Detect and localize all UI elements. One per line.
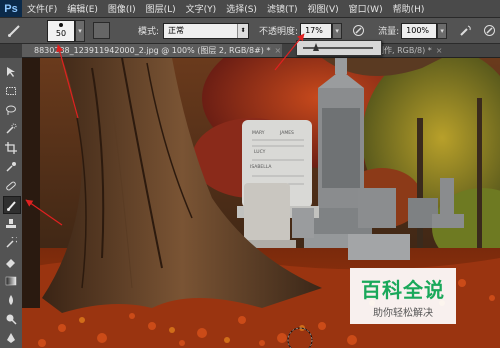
eyedropper-icon: [6, 162, 16, 172]
pen-icon: [7, 333, 15, 343]
mode-label: 模式:: [138, 27, 160, 37]
marquee-tool[interactable]: [3, 83, 19, 99]
menu-help[interactable]: 帮助(H): [388, 2, 430, 15]
menu-layer[interactable]: 图层(L): [141, 2, 181, 15]
opacity-value: 17%: [305, 25, 323, 35]
eraser-icon: [6, 259, 15, 268]
gravestone-inscription-2: JAMES: [279, 130, 294, 136]
brush-dropdown[interactable]: ▾: [75, 19, 85, 42]
menu-select[interactable]: 选择(S): [221, 2, 262, 15]
menu-window[interactable]: 窗口(W): [344, 2, 388, 15]
brush-icon: [7, 201, 16, 211]
opacity-label: 不透明度:: [259, 27, 299, 37]
lasso-icon: [6, 105, 16, 115]
blur-icon: [9, 295, 13, 305]
menu-view[interactable]: 视图(V): [302, 2, 343, 15]
brush-tool[interactable]: [3, 196, 21, 214]
close-icon[interactable]: ×: [436, 46, 443, 55]
blur-tool[interactable]: [3, 292, 19, 308]
menu-edit[interactable]: 编辑(E): [62, 2, 103, 15]
chevron-down-icon: ⬍: [237, 23, 249, 38]
clone-stamp-icon: [6, 219, 16, 228]
tab-document-2[interactable]: 制作, RGB/8) * ×: [372, 44, 500, 57]
dodge-icon: [6, 314, 17, 325]
gravestone-inscription-1: MARY: [252, 130, 265, 136]
tab-document-1[interactable]: 8830238_123911942000_2.jpg @ 100% (图层 2,…: [22, 44, 282, 57]
pressure-size-button[interactable]: [481, 23, 497, 39]
flow-input[interactable]: 100%: [401, 22, 438, 39]
eyedropper-tool[interactable]: [3, 159, 19, 175]
menu-image[interactable]: 图像(I): [103, 2, 141, 15]
watermark-title: 百科全说: [361, 277, 445, 302]
pen-tool[interactable]: [3, 330, 19, 346]
crop-icon: [5, 142, 17, 154]
tool-preset-picker[interactable]: [3, 21, 25, 40]
flow-label: 流量:: [378, 27, 400, 37]
quick-select-tool[interactable]: [3, 121, 19, 137]
airbrush-icon: [459, 25, 471, 36]
healing-icon: [6, 181, 16, 191]
menu-file[interactable]: 文件(F): [22, 2, 62, 15]
dodge-tool[interactable]: [3, 311, 19, 327]
crop-tool[interactable]: [3, 140, 19, 156]
options-bar: 50 ▾ 模式: 正常 ⬍ 不透明度: 17% ▾ 流量: 100% ▾: [0, 18, 500, 44]
pen-pressure-icon: [483, 25, 495, 36]
brush-size-value: 50: [55, 28, 67, 38]
brush-tip-preview: [59, 22, 63, 27]
photoshop-logo: Ps: [0, 0, 22, 17]
tools-panel: [0, 58, 23, 348]
mode-value: 正常: [168, 25, 185, 35]
lasso-tool[interactable]: [3, 102, 19, 118]
eraser-tool[interactable]: [3, 254, 19, 270]
opacity-input[interactable]: 17%: [300, 22, 333, 39]
slider-track[interactable]: [303, 47, 373, 49]
menu-filter[interactable]: 滤镜(T): [262, 2, 303, 15]
document-tab-bar: 8830238_123911942000_2.jpg @ 100% (图层 2,…: [22, 44, 500, 58]
history-brush-tool[interactable]: [3, 235, 19, 251]
opacity-slider-popup[interactable]: [296, 40, 382, 56]
marquee-icon: [6, 87, 16, 95]
brush-icon: [8, 24, 20, 37]
healing-tool[interactable]: [3, 178, 19, 194]
gradient-icon: [5, 276, 17, 286]
tab-label: 制作, RGB/8) *: [376, 46, 432, 55]
flow-dropdown[interactable]: ▾: [437, 22, 448, 39]
brush-panel-toggle[interactable]: [93, 22, 110, 39]
watermark-subtitle: 助你轻松解决: [373, 307, 433, 319]
brush-size-picker[interactable]: 50: [47, 19, 75, 42]
move-tool[interactable]: [3, 64, 19, 80]
clone-stamp-tool[interactable]: [3, 216, 19, 232]
menu-bar: Ps 文件(F) 编辑(E) 图像(I) 图层(L) 文字(Y) 选择(S) 滤…: [0, 0, 500, 18]
gravestone-inscription-4: ISABELLA: [250, 164, 272, 170]
document-canvas[interactable]: MARY JAMES LUCY ISABELLA 百科全说 助你轻松解决: [22, 58, 500, 348]
airbrush-button[interactable]: [457, 23, 473, 39]
gradient-tool[interactable]: [3, 273, 19, 289]
opacity-dropdown[interactable]: ▾: [332, 22, 343, 39]
pressure-opacity-button[interactable]: [350, 23, 366, 39]
tab-label: 8830238_123911942000_2.jpg @ 100% (图层 2,…: [34, 46, 271, 55]
gravestone-inscription-3: LUCY: [254, 149, 266, 155]
menu-type[interactable]: 文字(Y): [181, 2, 222, 15]
flow-value: 100%: [406, 25, 430, 35]
watermark: 百科全说 助你轻松解决: [350, 268, 456, 324]
move-icon: [7, 67, 15, 77]
quick-select-icon: [6, 123, 17, 134]
pen-pressure-icon: [352, 25, 364, 36]
close-icon[interactable]: ×: [274, 46, 281, 55]
mode-select[interactable]: 正常 ⬍: [163, 22, 250, 39]
history-brush-icon: [6, 237, 17, 248]
